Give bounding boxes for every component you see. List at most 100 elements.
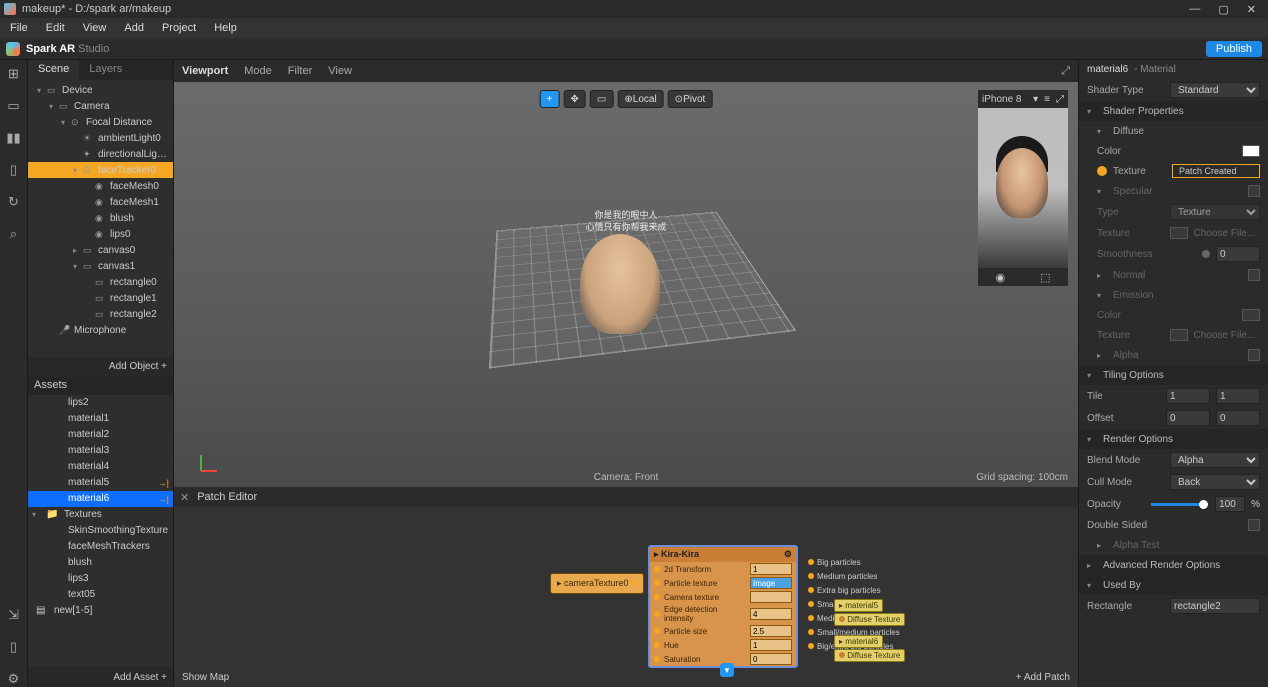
patch-chip-material5[interactable]: ▸ material5	[834, 599, 883, 612]
opacity-input[interactable]	[1215, 496, 1245, 512]
patch-chip-material6[interactable]: ▸ material6	[834, 635, 883, 648]
texture-patch-created[interactable]: Patch Created	[1172, 164, 1260, 178]
tab-scene[interactable]: Scene	[28, 60, 79, 80]
asset-item-facemeshtrackers[interactable]: faceMeshTrackers	[28, 539, 173, 555]
scene-item-canvas0[interactable]: ▸▭canvas0	[28, 242, 173, 258]
asset-item-new15[interactable]: ▤new[1-5]	[28, 603, 173, 619]
tiling-header[interactable]: Tiling Options	[1103, 370, 1164, 381]
menu-view[interactable]: View	[75, 20, 115, 36]
asset-item-material4[interactable]: material4	[28, 459, 173, 475]
specular-toggle[interactable]	[1248, 185, 1260, 197]
filter-menu[interactable]: Filter	[288, 65, 312, 77]
patch-editor-canvas[interactable]: ▸ cameraTexture0 ▸ Kira-Kira⚙ 2d Transfo…	[174, 507, 1078, 687]
asset-item-material6[interactable]: material6→|	[28, 491, 173, 507]
maximize-button[interactable]: ▢	[1218, 3, 1228, 16]
add-asset-button[interactable]: Add Asset +	[28, 667, 173, 687]
double-sided-toggle[interactable]	[1248, 519, 1260, 531]
view-menu[interactable]: View	[328, 65, 352, 77]
menu-edit[interactable]: Edit	[38, 20, 73, 36]
asset-item-material3[interactable]: material3	[28, 443, 173, 459]
asset-item-material2[interactable]: material2	[28, 427, 173, 443]
menu-help[interactable]: Help	[206, 20, 245, 36]
export-icon[interactable]: ⇲	[6, 607, 22, 623]
scene-item-camera[interactable]: ▾▭Camera	[28, 98, 173, 114]
smoothness-input[interactable]	[1216, 246, 1260, 262]
kira-out-extra-big-particles[interactable]: Extra big particles	[808, 583, 900, 597]
search-icon[interactable]: ⌕	[6, 226, 22, 242]
spec-choose-file[interactable]: Choose File...	[1194, 228, 1261, 239]
scene-item-device[interactable]: ▾▭Device	[28, 82, 173, 98]
render-header[interactable]: Render Options	[1103, 434, 1173, 445]
preview-device[interactable]: iPhone 8	[982, 94, 1021, 105]
normal-toggle[interactable]	[1248, 269, 1260, 281]
advanced-render-header[interactable]: Advanced Render Options	[1103, 560, 1220, 571]
tile-y-input[interactable]	[1216, 388, 1260, 404]
viewport-3d[interactable]: 你是我的眼中人心情只有你帮我来成	[496, 164, 756, 384]
opacity-slider[interactable]	[1151, 503, 1205, 506]
spec-texture-swatch[interactable]	[1170, 227, 1188, 239]
kira-row-particle-texture[interactable]: Particle texture	[650, 576, 796, 590]
kira-out-medium-particles[interactable]: Medium particles	[808, 569, 900, 583]
move-tool-button[interactable]: ✥	[564, 90, 586, 108]
scene-item-focal distance[interactable]: ▾⊙Focal Distance	[28, 114, 173, 130]
asset-item-blush[interactable]: blush	[28, 555, 173, 571]
asset-item-material5[interactable]: material5→|	[28, 475, 173, 491]
camera-texture-node[interactable]: ▸ cameraTexture0	[550, 573, 644, 594]
tab-layers[interactable]: Layers	[79, 60, 132, 80]
offset-x-input[interactable]	[1166, 410, 1210, 426]
shader-properties-header[interactable]: Shader Properties	[1103, 106, 1184, 117]
menu-add[interactable]: Add	[116, 20, 152, 36]
menu-project[interactable]: Project	[154, 20, 204, 36]
scene-item-facemesh0[interactable]: ◉faceMesh0	[28, 178, 173, 194]
emission-choose-file[interactable]: Choose File...	[1194, 330, 1261, 341]
viewport-tab[interactable]: Viewport	[182, 65, 228, 77]
frame-tool-button[interactable]: ▭	[590, 90, 613, 108]
scene-item-rectangle1[interactable]: ▭rectangle1	[28, 290, 173, 306]
scene-item-ambientlight0[interactable]: ☀ambientLight0	[28, 130, 173, 146]
asset-item-skinsmoothingtexture[interactable]: SkinSmoothingTexture	[28, 523, 173, 539]
popout-icon[interactable]: ⤢	[1061, 65, 1070, 78]
refresh-icon[interactable]: ↻	[6, 194, 22, 210]
mobile-icon[interactable]: ▯	[6, 639, 22, 655]
tile-x-input[interactable]	[1166, 388, 1210, 404]
scene-item-canvas1[interactable]: ▾▭canvas1	[28, 258, 173, 274]
local-toggle[interactable]: ⊕ Local	[617, 90, 663, 108]
used-by-header[interactable]: Used By	[1103, 580, 1141, 591]
scene-item-rectangle2[interactable]: ▭rectangle2	[28, 306, 173, 322]
show-map-button[interactable]: Show Map	[182, 672, 229, 683]
scene-item-facemesh1[interactable]: ◉faceMesh1	[28, 194, 173, 210]
preview-menu-icon[interactable]: ≡	[1044, 94, 1050, 105]
preview-popout-icon[interactable]: ⤢	[1056, 94, 1064, 105]
asset-item-material1[interactable]: material1	[28, 411, 173, 427]
preview-chevron-icon[interactable]: ▾	[1033, 94, 1038, 105]
kira-row-camera-texture[interactable]: Camera texture	[650, 590, 796, 604]
asset-item-textures[interactable]: ▾📁Textures	[28, 507, 173, 523]
capture-icon[interactable]: ◉	[995, 271, 1005, 284]
kira-row-hue[interactable]: Hue	[650, 638, 796, 652]
asset-item-lips2[interactable]: lips2	[28, 395, 173, 411]
kira-kira-node[interactable]: ▸ Kira-Kira⚙ 2d TransformParticle textur…	[648, 545, 798, 668]
settings-icon[interactable]: ⚙	[6, 671, 22, 687]
add-tool-button[interactable]: +	[540, 90, 560, 108]
node-settings-icon[interactable]: ⚙	[784, 549, 792, 560]
kira-row-edge-detection-intensity[interactable]: Edge detection intensity	[650, 604, 796, 624]
emission-tex-swatch[interactable]	[1170, 329, 1188, 341]
spec-type-select[interactable]: Texture	[1170, 204, 1260, 220]
asset-item-text05[interactable]: text05	[28, 587, 173, 603]
pivot-toggle[interactable]: ⊙ Pivot	[668, 90, 713, 108]
emission-header[interactable]: Emission	[1113, 290, 1260, 301]
close-patch-editor[interactable]: ✕	[180, 491, 189, 504]
publish-button[interactable]: Publish	[1206, 41, 1262, 57]
kira-row-particle-size[interactable]: Particle size	[650, 624, 796, 638]
kira-row-2d-transform[interactable]: 2d Transform	[650, 562, 796, 576]
video-icon[interactable]: ▭	[6, 98, 22, 114]
minimize-button[interactable]: —	[1189, 3, 1200, 16]
alpha-header[interactable]: Alpha	[1113, 350, 1242, 361]
diffuse-color-swatch[interactable]	[1242, 145, 1260, 157]
scene-item-facetracker0[interactable]: ▾⊡faceTracker0→|	[28, 162, 173, 178]
scene-item-microphone[interactable]: 🎤Microphone	[28, 322, 173, 338]
layout-icon[interactable]: ⊞	[6, 66, 22, 82]
patch-chip-diffuse-texture[interactable]: Diffuse Texture	[834, 649, 905, 662]
mode-menu[interactable]: Mode	[244, 65, 272, 77]
patch-chip-diffuse-texture[interactable]: Diffuse Texture	[834, 613, 905, 626]
